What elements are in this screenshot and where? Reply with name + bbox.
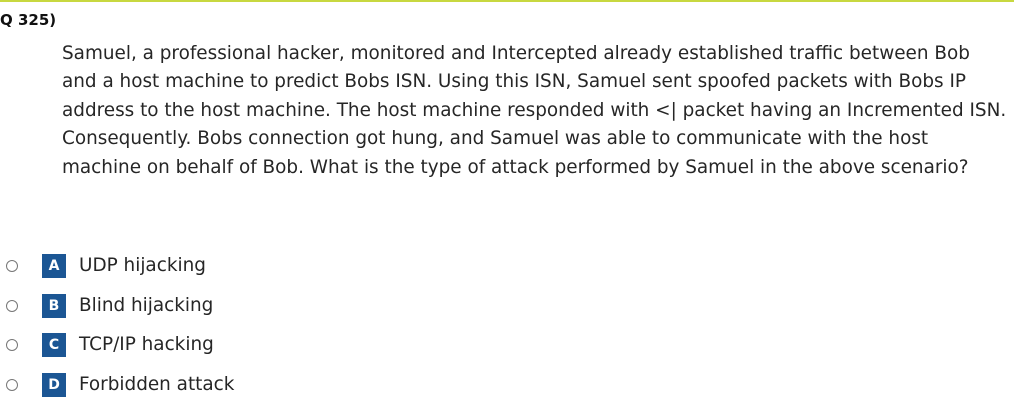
- answer-option-b[interactable]: B Blind hijacking: [0, 294, 600, 322]
- option-letter-badge-a: A: [42, 254, 66, 278]
- radio-button-a[interactable]: [6, 260, 18, 272]
- answer-option-d[interactable]: D Forbidden attack: [0, 373, 600, 401]
- option-letter-badge-c: C: [42, 333, 66, 357]
- answer-option-c[interactable]: C TCP/IP hacking: [0, 333, 600, 361]
- option-letter-badge-d: D: [42, 373, 66, 397]
- answer-option-a[interactable]: A UDP hijacking: [0, 254, 600, 282]
- radio-button-c[interactable]: [6, 339, 18, 351]
- radio-button-b[interactable]: [6, 300, 18, 312]
- option-label-d: Forbidden attack: [79, 374, 235, 395]
- radio-button-d[interactable]: [6, 379, 18, 391]
- option-label-c: TCP/IP hacking: [79, 334, 214, 355]
- option-label-a: UDP hijacking: [79, 255, 206, 276]
- option-label-b: Blind hijacking: [79, 295, 214, 316]
- top-divider: [0, 0, 1014, 2]
- option-letter-badge-b: B: [42, 294, 66, 318]
- question-text: Samuel, a professional hacker, monitored…: [62, 43, 1007, 178]
- question-number: Q 325): [0, 11, 57, 29]
